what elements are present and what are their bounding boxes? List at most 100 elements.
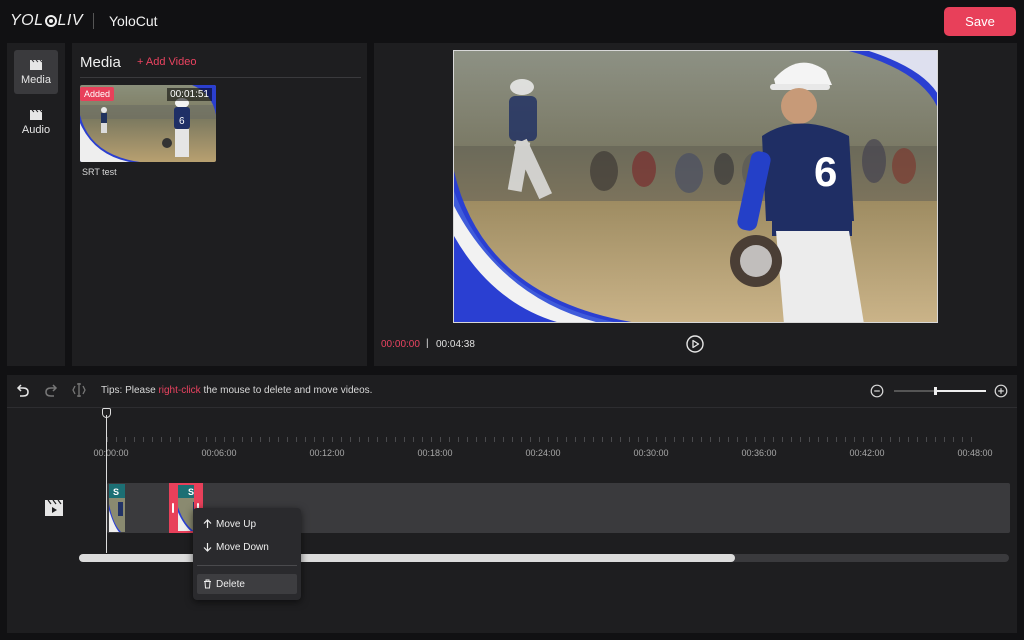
ruler-tick <box>503 437 504 442</box>
timeline-clip[interactable]: S <box>109 484 125 532</box>
add-video-button[interactable]: + Add Video <box>137 56 196 68</box>
ruler-tick <box>548 437 549 442</box>
save-button[interactable]: Save <box>944 7 1016 36</box>
ruler-tick <box>836 437 837 442</box>
ruler-tick <box>602 437 603 442</box>
ruler-tick <box>800 437 801 442</box>
ruler-tick <box>611 437 612 442</box>
ruler-tick <box>620 437 621 442</box>
ruler-tick <box>566 437 567 442</box>
playhead <box>106 415 107 553</box>
timeline-divider <box>7 407 1017 408</box>
clip-trim-handle-left[interactable] <box>169 483 178 533</box>
ruler-tick <box>413 437 414 442</box>
ruler-tick <box>377 437 378 442</box>
added-badge: Added <box>80 87 115 101</box>
ruler-tick <box>188 437 189 442</box>
split-icon[interactable] <box>71 382 87 398</box>
zoom-slider-handle[interactable] <box>934 387 938 395</box>
sidebar-item-audio[interactable]: Audio <box>14 100 58 144</box>
ruler-tick <box>755 437 756 442</box>
ruler-tick <box>206 437 207 442</box>
ruler-label: 00:12:00 <box>309 448 345 458</box>
move-up-menu-item[interactable]: Move Up <box>197 514 297 534</box>
timeline-ruler[interactable] <box>107 437 1012 443</box>
ruler-tick <box>638 437 639 442</box>
ruler-tick <box>683 437 684 442</box>
delete-menu-item[interactable]: Delete <box>197 574 297 594</box>
video-preview[interactable]: 6 <box>453 50 938 323</box>
header-divider <box>93 13 94 29</box>
play-icon[interactable] <box>686 335 704 353</box>
ruler-tick <box>350 437 351 442</box>
move-down-menu-item[interactable]: Move Down <box>197 537 297 557</box>
ruler-tick <box>170 437 171 442</box>
zoom-out-icon[interactable] <box>870 384 884 398</box>
video-track-icon <box>45 499 63 516</box>
ruler-tick <box>971 437 972 442</box>
ruler-label: 00:06:00 <box>201 448 237 458</box>
ruler-tick <box>224 437 225 442</box>
ruler-tick <box>845 437 846 442</box>
ruler-tick <box>314 437 315 442</box>
sidebar-item-label: Audio <box>21 123 51 136</box>
media-title: Media <box>80 54 121 71</box>
ruler-label: 00:48:00 <box>957 448 993 458</box>
ruler-tick <box>701 437 702 442</box>
menu-item-label: Delete <box>216 578 245 590</box>
current-time: 00:00:00 <box>381 339 420 350</box>
ruler-tick <box>593 437 594 442</box>
ruler-tick <box>296 437 297 442</box>
ruler-label: 00:30:00 <box>633 448 669 458</box>
ruler-tick <box>233 437 234 442</box>
arrow-up-icon <box>203 519 212 528</box>
ruler-tick <box>764 437 765 442</box>
ruler-tick <box>899 437 900 442</box>
ruler-tick <box>440 437 441 442</box>
ruler-tick <box>575 437 576 442</box>
ruler-tick <box>287 437 288 442</box>
ruler-tick <box>926 437 927 442</box>
ruler-tick <box>134 437 135 442</box>
timeline-toolbar: Tips: Please right-click the mouse to de… <box>7 375 1017 407</box>
ruler-tick <box>143 437 144 442</box>
ruler-tick <box>467 437 468 442</box>
ruler-tick <box>737 437 738 442</box>
media-panel: Media + Add Video 6 Added 00:01:51 SRT t… <box>72 43 367 366</box>
zoom-slider[interactable] <box>894 387 986 395</box>
context-menu-divider <box>197 565 297 566</box>
ruler-tick <box>791 437 792 442</box>
redo-icon[interactable] <box>43 382 59 398</box>
arrow-down-icon <box>203 543 212 552</box>
media-thumbnail[interactable]: 6 Added 00:01:51 <box>80 85 216 162</box>
ruler-tick <box>818 437 819 442</box>
ruler-tick <box>179 437 180 442</box>
ruler-tick <box>962 437 963 442</box>
ruler-tick <box>332 437 333 442</box>
ruler-tick <box>341 437 342 442</box>
ruler-tick <box>719 437 720 442</box>
ruler-tick <box>530 437 531 442</box>
ruler-tick <box>827 437 828 442</box>
ruler-tick <box>269 437 270 442</box>
timeline-scrollbar-thumb[interactable] <box>79 554 735 562</box>
logo-text-right: LIV <box>57 12 84 29</box>
ruler-label: 00:18:00 <box>417 448 453 458</box>
ruler-tick <box>809 437 810 442</box>
ruler-tick <box>647 437 648 442</box>
ruler-tick <box>278 437 279 442</box>
undo-icon[interactable] <box>15 382 31 398</box>
svg-text:6: 6 <box>179 116 185 127</box>
sidebar-item-media[interactable]: Media <box>14 50 58 94</box>
ruler-tick <box>935 437 936 442</box>
ruler-tick <box>953 437 954 442</box>
ruler-tick <box>665 437 666 442</box>
ruler-label: 00:24:00 <box>525 448 561 458</box>
ruler-tick <box>629 437 630 442</box>
ruler-tick <box>251 437 252 442</box>
ruler-label: 00:36:00 <box>741 448 777 458</box>
zoom-in-icon[interactable] <box>994 384 1008 398</box>
svg-text:6: 6 <box>814 148 837 195</box>
ruler-tick <box>872 437 873 442</box>
ruler-tick <box>215 437 216 442</box>
